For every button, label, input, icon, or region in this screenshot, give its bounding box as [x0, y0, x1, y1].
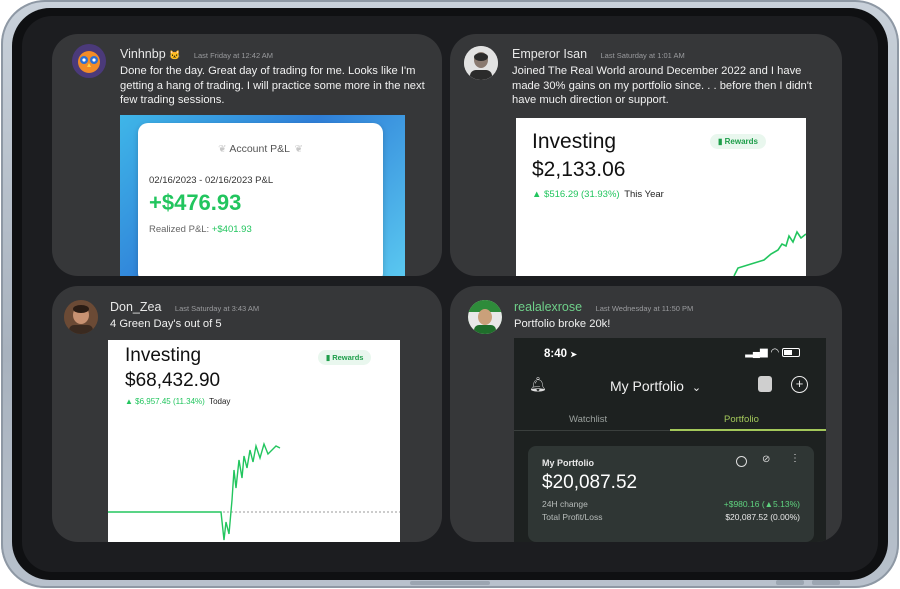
username[interactable]: Don_Zea [110, 300, 161, 314]
post-header: realalexrose Last Wednesday at 11:50 PM [514, 300, 693, 314]
profile-badge-icon[interactable] [758, 376, 772, 392]
post-card[interactable]: realalexrose Last Wednesday at 11:50 PM … [450, 286, 842, 542]
pnl-realized-label: Realized P&L: [149, 224, 210, 235]
owl-avatar-icon [72, 44, 106, 78]
post-header: Vinhnbp 🐱 Last Friday at 12:42 AM [120, 47, 273, 61]
investing-screenshot[interactable]: Investing ▮ Rewards $68,432.90 ▲ $6,957.… [108, 340, 400, 542]
tab-portfolio[interactable]: Portfolio [724, 414, 759, 425]
signal-icon: ▂▄▆ [745, 347, 768, 358]
laurel-right-icon: ❦ [294, 144, 303, 155]
pnl-amount: +$476.93 [149, 190, 242, 215]
change-value: +$980.16 (▲5.13%) [723, 499, 800, 509]
timestamp: Last Saturday at 3:43 AM [174, 304, 260, 313]
pnl-realized-row: Realized P&L: +$401.93 [149, 224, 252, 235]
portfolio-title: My Portfolio [610, 378, 684, 394]
username[interactable]: realalexrose [514, 300, 582, 314]
investing-sparkline [733, 230, 806, 276]
message-text: Done for the day. Great day of trading f… [120, 65, 425, 106]
volume-button [812, 580, 840, 585]
post-header: Emperor Isan Last Saturday at 1:01 AM [512, 47, 685, 61]
screen: Vinhnbp 🐱 Last Friday at 12:42 AM Done f… [22, 16, 878, 572]
person-avatar-icon [464, 46, 498, 80]
profit-value: $20,087.52 (0.00%) [725, 512, 800, 522]
add-circle-icon[interactable]: + [791, 376, 808, 393]
portfolio-app-screenshot[interactable]: 8:40 ➤ ▂▄▆ ◠ 🔔︎ My Portfolio ⌄ + Watchli… [514, 338, 826, 542]
message-text: Joined The Real World around December 20… [512, 65, 813, 106]
timestamp: Last Saturday at 1:01 AM [600, 51, 685, 60]
post-card[interactable]: Don_Zea Last Saturday at 3:43 AM 4 Green… [52, 286, 442, 542]
portfolio-summary-card[interactable]: My Portfolio ⊘ ⋮ $20,087.52 24H change +… [528, 446, 814, 542]
post-header: Don_Zea Last Saturday at 3:43 AM [110, 300, 259, 314]
eye-off-icon[interactable]: ⊘ [762, 454, 770, 465]
investing-screenshot[interactable]: Investing ▮ Rewards $2,133.06 ▲ $516.29 … [516, 118, 806, 276]
avatar[interactable] [64, 300, 98, 334]
pencil-magnet [410, 581, 490, 585]
more-options-icon[interactable]: ⋮ [790, 453, 800, 464]
username[interactable]: Vinhnbp [120, 47, 166, 61]
message-text: Portfolio broke 20k! [514, 318, 611, 330]
timestamp: Last Wednesday at 11:50 PM [595, 304, 694, 313]
pnl-screenshot[interactable]: ❦ Account P&L ❦ 02/16/2023 - 02/16/2023 … [120, 115, 405, 276]
location-arrow-icon: ➤ [570, 350, 577, 359]
status-icons: ▂▄▆ ◠ [745, 347, 800, 358]
summary-card-title: My Portfolio [542, 458, 594, 468]
profit-label: Total Profit/Loss [542, 512, 603, 522]
status-time-text: 8:40 [544, 348, 568, 360]
volume-button [776, 580, 804, 585]
status-time: 8:40 ➤ [544, 348, 577, 360]
avatar[interactable] [72, 44, 106, 78]
change-label: 24H change [542, 499, 588, 509]
person-avatar-icon [468, 300, 502, 334]
portfolio-value: $20,087.52 [542, 472, 638, 493]
avatar[interactable] [464, 46, 498, 80]
wifi-icon: ◠ [770, 347, 780, 358]
avatar[interactable] [468, 300, 502, 334]
username[interactable]: Emperor Isan [512, 47, 587, 61]
pnl-panel: ❦ Account P&L ❦ 02/16/2023 - 02/16/2023 … [138, 123, 383, 276]
battery-icon [782, 347, 800, 357]
pie-chart-icon[interactable] [736, 456, 747, 467]
pnl-title: Account P&L [229, 143, 291, 155]
portfolio-title-row[interactable]: My Portfolio ⌄ [610, 378, 701, 394]
user-badge: 🐱 [169, 50, 181, 60]
message-text: 4 Green Day's out of 5 [110, 318, 222, 330]
intraday-chart [108, 441, 400, 541]
pnl-realized-value: +$401.93 [211, 224, 252, 235]
tab-indicator [670, 429, 826, 431]
pnl-date-range: 02/16/2023 - 02/16/2023 P&L [149, 175, 274, 186]
laurel-left-icon: ❦ [218, 144, 230, 155]
pnl-title-row: ❦ Account P&L ❦ [138, 139, 383, 157]
chevron-down-icon: ⌄ [691, 382, 702, 394]
person-avatar-icon [64, 300, 98, 334]
timestamp: Last Friday at 12:42 AM [193, 51, 274, 60]
post-card[interactable]: Emperor Isan Last Saturday at 1:01 AM Jo… [450, 34, 842, 276]
bell-icon[interactable]: 🔔︎ [529, 376, 547, 393]
tab-watchlist[interactable]: Watchlist [569, 414, 607, 425]
post-card[interactable]: Vinhnbp 🐱 Last Friday at 12:42 AM Done f… [52, 34, 442, 276]
